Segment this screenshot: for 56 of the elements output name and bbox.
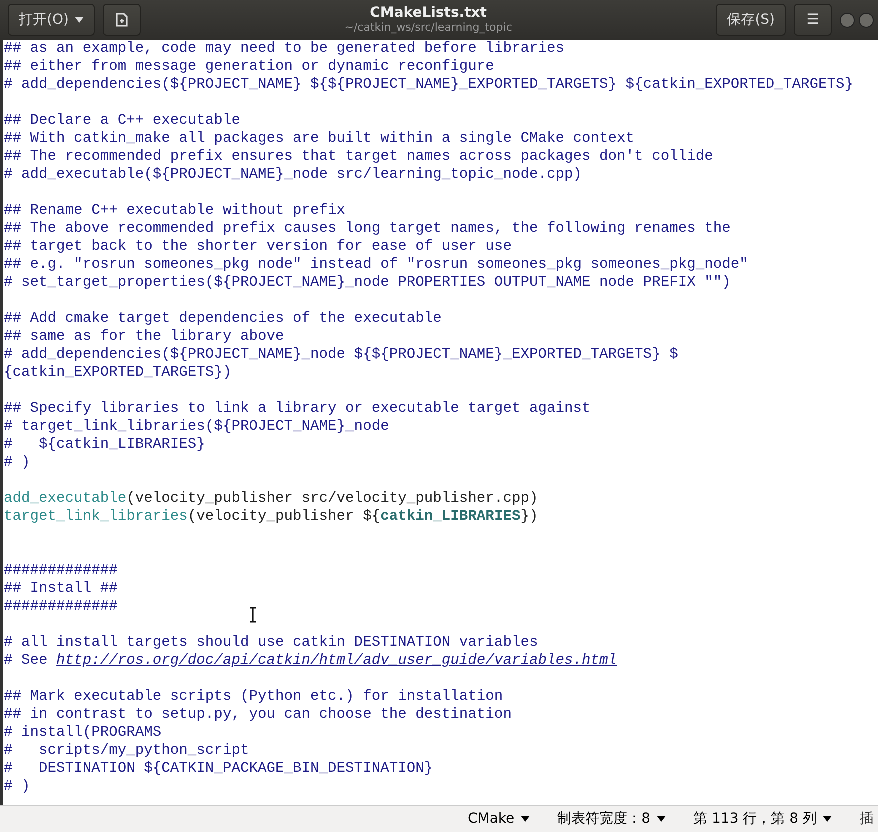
cursor-position-dropdown[interactable]: 第 113 行，第 8 列 [694, 808, 832, 830]
code-comment: # ) [4, 779, 30, 795]
code-comment: ## Mark executable scripts (Python etc.) for installation [4, 689, 504, 705]
code-comment: # all install targets should use catkin DESTINATION variables [4, 635, 538, 651]
code-comment: ## Rename C++ executable without prefix [4, 203, 346, 219]
code-comment: # add_executable(${PROJECT_NAME}_node src/learning_topic_node.cpp) [4, 167, 582, 183]
code-comment: # add_dependencies(${PROJECT_NAME}_node ${${PROJECT_NAME}_EXPORTED_TARGETS} $ [4, 347, 678, 363]
code-comment: ## Add cmake target dependencies of the executable [4, 311, 442, 327]
window-title: CMakeLists.txt [370, 5, 488, 21]
code-text: (velocity_publisher src/velocity_publisher.cpp) [126, 491, 538, 507]
function-name: target_link_libraries [4, 509, 188, 525]
code-comment: ## Declare a C++ executable [4, 113, 240, 129]
url-link[interactable]: http://ros.org/doc/api/catkin/html/adv_user_guide/variables.html [56, 653, 618, 669]
code-comment: # DESTINATION ${CATKIN_PACKAGE_BIN_DESTINATION} [4, 761, 434, 777]
code-comment: ############# [4, 563, 118, 579]
code-comment: # add_dependencies(${PROJECT_NAME} ${${PROJECT_NAME}_EXPORTED_TARGETS} ${catkin_EXPORTED_TARGETS} [4, 77, 854, 93]
code-comment: # scripts/my_python_script [4, 743, 250, 759]
caret-icon [823, 816, 832, 822]
new-document-icon [114, 12, 130, 28]
code-comment: ## either from message generation or dynamic reconfigure [4, 59, 494, 75]
code-comment: ## target back to the shorter version for ease of user use [4, 239, 512, 255]
code-comment: # ) [4, 455, 30, 471]
variable-name: catkin_LIBRARIES [380, 509, 521, 525]
code-comment: {catkin_EXPORTED_TARGETS}) [4, 365, 232, 381]
menu-button[interactable]: ☰ [794, 4, 832, 36]
code-comment: ## as an example, code may need to be generated before libraries [4, 41, 564, 57]
minimize-icon[interactable] [840, 12, 855, 28]
code-text: (velocity_publisher ${ [188, 509, 381, 525]
code-comment: ## The recommended prefix ensures that target names across packages don't collide [4, 149, 714, 165]
tab-width-dropdown[interactable]: 制表符宽度：8 [558, 808, 666, 830]
code-comment: # ${catkin_LIBRARIES} [4, 437, 206, 453]
insert-mode-label: 插 [860, 810, 874, 828]
code-comment: # install(PROGRAMS [4, 725, 162, 741]
text-cursor-icon [249, 607, 257, 623]
code-comment: ## Specify libraries to link a library or executable target against [4, 401, 591, 417]
caret-icon [656, 816, 666, 822]
caret-icon [74, 17, 84, 23]
file-path: ~/catkin_ws/src/learning_topic [344, 21, 512, 35]
code-comment: ## same as for the library above [4, 329, 284, 345]
function-name: add_executable [4, 491, 127, 507]
new-document-button[interactable] [102, 4, 141, 36]
language-dropdown[interactable]: CMake [468, 808, 530, 830]
save-button[interactable]: 保存(S) [716, 4, 786, 36]
caret-icon [520, 816, 530, 822]
code-comment: ## With catkin_make all packages are built within a single CMake context [4, 131, 635, 147]
code-comment: ############# [4, 599, 118, 615]
code-comment: ## Install ## [4, 581, 118, 597]
code-comment: ## in contrast to setup.py, you can choose the destination [4, 707, 512, 723]
code-text: }) [520, 509, 538, 525]
code-comment: # target_link_libraries(${PROJECT_NAME}_node [4, 419, 390, 435]
code-comment: # See [4, 653, 49, 669]
code-comment: ## e.g. "rosrun someones_pkg node" instead of "rosrun someones_pkg someones_pkg_node" [4, 257, 748, 273]
code-comment: # set_target_properties(${PROJECT_NAME}_node PROPERTIES OUTPUT_NAME node PREFIX "") [4, 275, 731, 291]
open-button[interactable]: 打开(O) [8, 4, 95, 36]
maximize-icon[interactable] [859, 12, 874, 28]
code-comment: ## The above recommended prefix causes long target names, the following renames the [4, 221, 731, 237]
